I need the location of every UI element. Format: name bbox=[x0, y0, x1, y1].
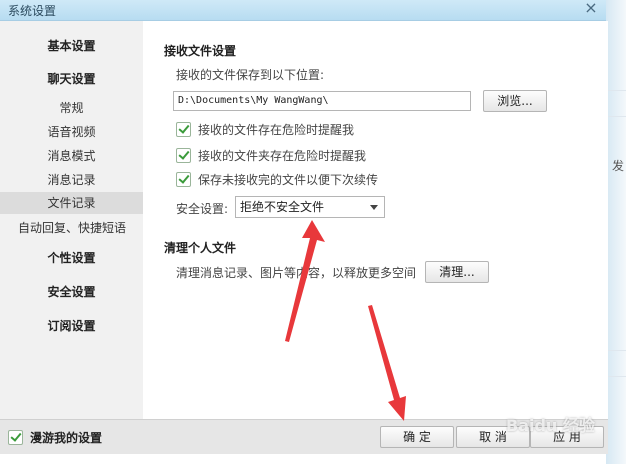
checkbox-checked-icon[interactable] bbox=[176, 122, 191, 137]
title-bar[interactable]: 系统设置 × bbox=[0, 0, 608, 21]
browse-button[interactable]: 浏览... bbox=[483, 90, 547, 112]
dropdown-arrow-icon[interactable] bbox=[370, 205, 378, 210]
background-window bbox=[606, 0, 626, 464]
sidebar-item-basic[interactable]: 基本设置 bbox=[0, 37, 143, 55]
security-setting-label: 安全设置: bbox=[176, 202, 229, 216]
sidebar-item-general[interactable]: 常规 bbox=[0, 99, 143, 117]
checkbox-label: 接收的文件夹存在危险时提醒我 bbox=[198, 149, 367, 163]
sidebar-item-voice-video[interactable]: 语音视频 bbox=[0, 123, 143, 141]
receive-section-title: 接收文件设置 bbox=[164, 44, 237, 58]
watermark: Baidu 经验 bbox=[506, 416, 595, 435]
checkbox-label: 保存未接收完的文件以便下次续传 bbox=[198, 173, 379, 187]
sidebar-item-file-history[interactable]: 文件记录 bbox=[0, 192, 143, 214]
checkbox-checked-icon[interactable] bbox=[176, 148, 191, 163]
security-select-value: 拒绝不安全文件 bbox=[240, 200, 325, 214]
sidebar-item-subscription[interactable]: 订阅设置 bbox=[0, 317, 143, 335]
security-select[interactable]: 拒绝不安全文件 bbox=[235, 196, 385, 218]
settings-content: 接收文件设置 接收的文件保存到以下位置: D:\Documents\My Wan… bbox=[143, 21, 608, 419]
close-icon[interactable]: × bbox=[576, 0, 606, 18]
clean-section-title: 清理个人文件 bbox=[164, 241, 237, 255]
background-divider bbox=[608, 116, 626, 117]
checkbox-label: 接收的文件存在危险时提醒我 bbox=[198, 123, 355, 137]
sidebar-item-auto-reply[interactable]: 自动回复、快捷短语 bbox=[0, 219, 143, 237]
background-divider bbox=[608, 376, 626, 377]
save-location-label: 接收的文件保存到以下位置: bbox=[176, 68, 325, 82]
save-path-input[interactable]: D:\Documents\My WangWang\ bbox=[173, 91, 471, 111]
sidebar-item-message-history[interactable]: 消息记录 bbox=[0, 171, 143, 189]
sidebar-item-message-mode[interactable]: 消息模式 bbox=[0, 147, 143, 165]
sidebar-item-security[interactable]: 安全设置 bbox=[0, 283, 143, 301]
clean-description: 清理消息记录、图片等内容，以释放更多空间 bbox=[176, 266, 417, 280]
background-divider bbox=[608, 350, 626, 351]
background-divider bbox=[608, 90, 626, 91]
window-title: 系统设置 bbox=[8, 4, 57, 18]
sidebar-item-personal[interactable]: 个性设置 bbox=[0, 249, 143, 267]
checkbox-checked-icon[interactable] bbox=[176, 172, 191, 187]
background-text: 发 bbox=[612, 159, 625, 173]
sidebar-item-chat[interactable]: 聊天设置 bbox=[0, 70, 143, 88]
checkbox-checked-icon[interactable] bbox=[8, 430, 23, 445]
settings-sidebar: 基本设置 聊天设置 常规 语音视频 消息模式 消息记录 文件记录 自动回复、快捷… bbox=[0, 21, 143, 419]
ok-button[interactable]: 确 定 bbox=[380, 426, 454, 448]
roam-settings-label: 漫游我的设置 bbox=[30, 431, 103, 445]
clean-button[interactable]: 清理... bbox=[425, 261, 489, 283]
